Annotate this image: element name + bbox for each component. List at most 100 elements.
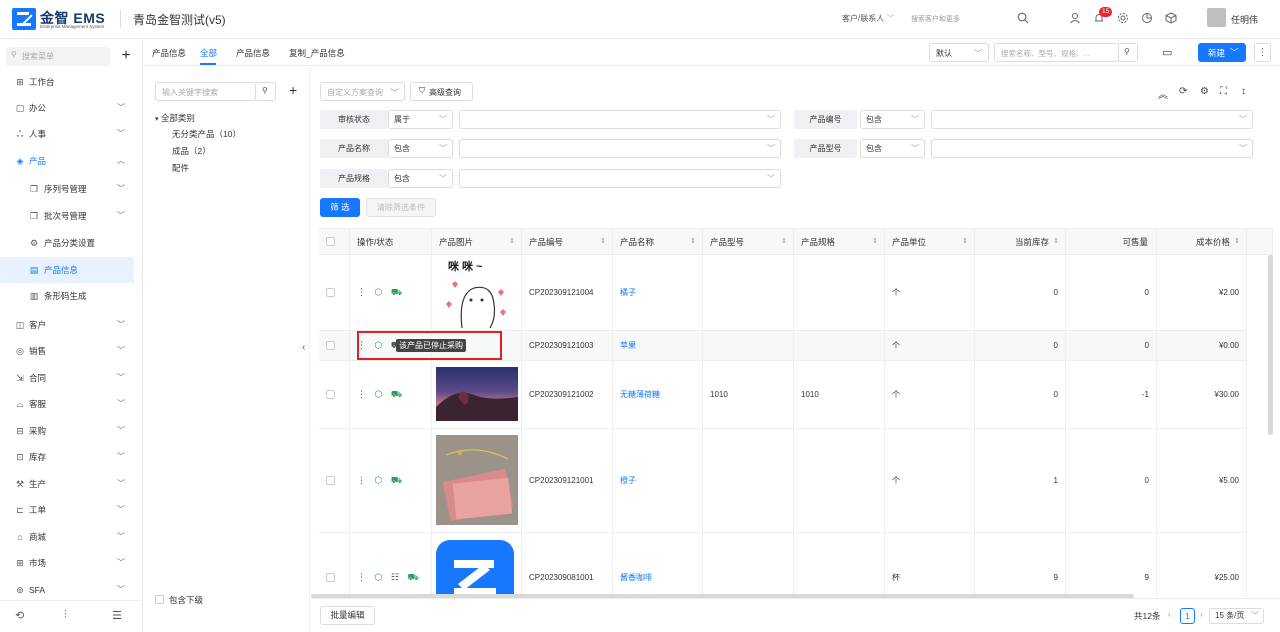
sidebar-item-service[interactable]: ⌓ 客服 ﹀ (0, 391, 143, 417)
user-name[interactable]: 任明伟 (1231, 13, 1258, 26)
sidebar-item-barcode[interactable]: ▥ 条形码生成 (0, 283, 143, 309)
row-checkbox[interactable] (326, 573, 335, 582)
monitor-icon[interactable]: ▭ (1162, 46, 1172, 59)
tab-copy-product-info[interactable]: 复制_产品信息 (289, 47, 345, 59)
filter-op-model[interactable]: 包含 ﹀ (860, 139, 925, 158)
contacts-icon[interactable] (1069, 12, 1081, 26)
next-page-icon[interactable]: › (1200, 610, 1203, 619)
filter-value-model[interactable]: ﹀ (931, 139, 1253, 158)
row-action-icons[interactable]: ⋮ ⬡ ⛟ (357, 287, 405, 299)
sidebar-item-market[interactable]: ⊞ 市场 ﹀ (0, 550, 143, 576)
tree-node-uncategorized[interactable]: 无分类产品（10） (172, 128, 241, 140)
page-number[interactable]: 1 (1180, 608, 1195, 624)
filter-value-spec[interactable]: ﹀ (459, 169, 781, 188)
header-search-input[interactable]: 搜索客户和更多 (911, 14, 960, 24)
chart-icon[interactable] (1141, 12, 1153, 26)
sidebar-item-dashboard[interactable]: ⊞ 工作台 (0, 69, 143, 95)
sidebar-item-production[interactable]: ⚒ 生产 ﹀ (0, 471, 143, 497)
cell-name-link[interactable]: 无糖薄荷糖 (613, 361, 703, 429)
page-size-select[interactable]: 15 条/页 ﹀ (1209, 608, 1264, 624)
col-header-image[interactable]: 产品图片 ⇕ (432, 229, 522, 255)
filter-op-spec[interactable]: 包含 ﹀ (388, 169, 453, 188)
cell-name-link[interactable]: 酱香咖啡 (613, 533, 703, 598)
row-action-icons[interactable]: ⋮ ⬡ ⛟ (357, 475, 405, 487)
row-checkbox[interactable] (326, 390, 335, 399)
search-button[interactable]: ⚲ (1118, 43, 1138, 62)
avatar[interactable] (1207, 8, 1226, 27)
sidebar-item-purchase[interactable]: ⊟ 采购 ﹀ (0, 418, 143, 444)
tree-search-input[interactable]: 输入关键字搜索 (155, 82, 256, 101)
col-header-name[interactable]: 产品名称 ⇕ (613, 229, 703, 255)
settings-icon[interactable] (1117, 12, 1129, 26)
col-header-model[interactable]: 产品型号 ⇕ (703, 229, 794, 255)
row-checkbox[interactable] (326, 476, 335, 485)
new-button[interactable]: 新建 ﹀ (1198, 43, 1246, 62)
batch-edit-button[interactable]: 批量编辑 (320, 606, 375, 625)
cell-name-link[interactable]: 橙子 (613, 429, 703, 533)
collapse-menu-icon[interactable]: ☰ (112, 609, 122, 622)
col-header-unit[interactable]: 产品单位 ⇕ (885, 229, 975, 255)
history-icon[interactable]: ⟲ (15, 609, 24, 622)
sidebar-item-product-info[interactable]: ▤ 产品信息 (0, 257, 134, 283)
collapse-up-icon[interactable]: ︽ (1158, 86, 1168, 101)
row-checkbox[interactable] (326, 341, 335, 350)
sidebar-item-contract[interactable]: ⇲ 合同 ﹀ (0, 365, 143, 391)
sidebar-item-batch[interactable]: ❐ 批次号管理 ﹀ (0, 203, 143, 229)
sidebar-item-customer[interactable]: ◫ 客户 ﹀ (0, 312, 143, 338)
sidebar-item-stock[interactable]: ⊡ 库存 ﹀ (0, 444, 143, 470)
sidebar-item-mall[interactable]: ⌂ 商城 ﹀ (0, 524, 143, 550)
tab-all[interactable]: 全部 (200, 47, 217, 59)
filter-op-name[interactable]: 包含 ﹀ (388, 139, 453, 158)
filter-value-code[interactable]: ﹀ (931, 110, 1253, 129)
sidebar-item-product[interactable]: ◈ 产品 ︿ (0, 148, 143, 174)
search-icon[interactable] (1017, 12, 1029, 26)
filter-value-audit[interactable]: ﹀ (459, 110, 781, 129)
sliders-icon[interactable]: ⫶ (64, 609, 67, 622)
tree-node-finished[interactable]: 成品（2） (172, 145, 211, 157)
sidebar-item-hr[interactable]: ஃ 人事 ﹀ (0, 121, 143, 147)
tree-node-parts[interactable]: 配件 (172, 162, 189, 174)
filter-button[interactable]: 筛 选 (320, 198, 360, 217)
view-select[interactable]: 默认 ﹀ (929, 43, 989, 62)
prev-page-icon[interactable]: ‹ (1168, 610, 1171, 619)
cell-name-link[interactable]: 橘子 (613, 255, 703, 331)
sidebar-item-serial[interactable]: ❐ 序列号管理 ﹀ (0, 176, 143, 202)
row-action-icons[interactable]: ⋮ ⬡ ☷ ⛟ (357, 572, 422, 584)
add-menu-button[interactable]: + (116, 46, 136, 66)
cell-name-link[interactable]: 苹果 (613, 331, 703, 361)
col-header-code[interactable]: 产品编号 ⇕ (522, 229, 613, 255)
sidebar-item-sales[interactable]: ◎ 销售 ﹀ (0, 338, 143, 364)
box-icon[interactable] (1165, 12, 1177, 26)
col-header-stock[interactable]: 当前库存 ⇕ (975, 229, 1066, 255)
product-search-input[interactable]: 搜索名称、型号、规格、... (994, 43, 1119, 62)
row-action-icons[interactable]: ⋮ ⬡ ⛟ (357, 389, 405, 401)
select-all-checkbox[interactable] (326, 237, 335, 246)
filter-op-audit[interactable]: 属于 ﹀ (388, 110, 453, 129)
clear-filter-button[interactable]: 清除筛选条件 (366, 198, 436, 217)
col-header-spec[interactable]: 产品规格 ⇕ (794, 229, 885, 255)
product-image[interactable] (436, 435, 518, 525)
refresh-icon[interactable]: ⟳ (1179, 86, 1187, 97)
product-image[interactable]: 咪 咪 ~ (436, 258, 518, 328)
filter-op-code[interactable]: 包含 ﹀ (860, 110, 925, 129)
more-icon[interactable]: ⋮ (1254, 43, 1271, 62)
tab-product-info[interactable]: 产品信息 (236, 47, 270, 59)
vertical-scrollbar[interactable] (1268, 255, 1273, 435)
collapse-panel-icon[interactable]: ‹ (302, 342, 311, 362)
include-sub-checkbox[interactable] (155, 595, 164, 604)
vertical-resize-icon[interactable]: ↕ (1241, 86, 1246, 97)
tree-root[interactable]: ▾ 全部类别 (155, 112, 195, 124)
product-image[interactable] (436, 540, 514, 598)
sidebar-item-category[interactable]: ⚙ 产品分类设置 (0, 230, 143, 256)
gear-icon[interactable]: ⚙ (1200, 86, 1209, 97)
custom-scheme-select[interactable]: 自定义方案查询 ﹀ (320, 82, 405, 101)
add-category-button[interactable]: + (289, 82, 297, 98)
sidebar-item-office[interactable]: ▢ 办公 ﹀ (0, 95, 143, 121)
filter-value-name[interactable]: ﹀ (459, 139, 781, 158)
menu-search-input[interactable]: ⚲ 搜索菜单 (6, 47, 110, 66)
company-name[interactable]: 青岛金智测试(v5) (133, 11, 226, 28)
product-image[interactable] (436, 367, 518, 421)
search-type-select[interactable]: 客户/联系人 ﹀ (842, 13, 894, 24)
col-header-cost[interactable]: 成本价格 ⇕ (1157, 229, 1247, 255)
advanced-query-button[interactable]: ⛉ 高级查询 (410, 82, 473, 101)
